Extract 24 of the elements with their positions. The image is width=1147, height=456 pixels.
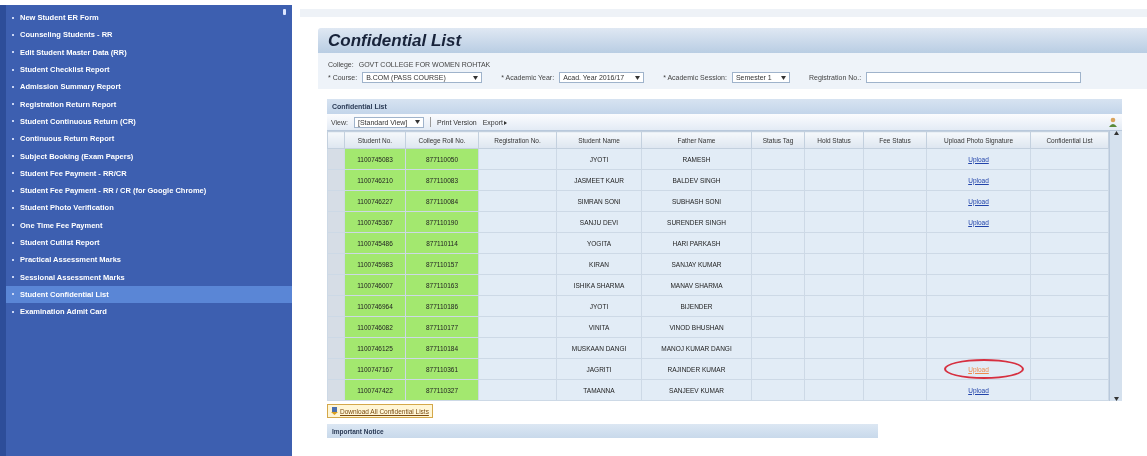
row-selector[interactable] bbox=[327, 148, 345, 170]
caret-icon bbox=[780, 75, 786, 80]
row-selector[interactable] bbox=[327, 274, 345, 296]
row-selector[interactable] bbox=[327, 169, 345, 191]
caret-icon bbox=[415, 120, 420, 124]
pin-icon[interactable] bbox=[283, 9, 286, 15]
row-selector[interactable] bbox=[327, 358, 345, 380]
caret-icon bbox=[635, 75, 641, 80]
scrollbar[interactable] bbox=[1109, 131, 1122, 401]
row-selector[interactable] bbox=[327, 253, 345, 275]
row-selector[interactable] bbox=[327, 232, 345, 254]
caret-icon bbox=[473, 75, 479, 80]
row-selector[interactable] bbox=[327, 379, 345, 401]
download-icon bbox=[331, 407, 338, 415]
row-selector[interactable] bbox=[327, 211, 345, 233]
scroll-down-icon bbox=[1113, 397, 1119, 401]
page-title: Confidential List bbox=[318, 28, 1147, 53]
row-selector[interactable] bbox=[327, 295, 345, 317]
caret-icon bbox=[502, 120, 508, 125]
person-icon[interactable] bbox=[1109, 117, 1118, 127]
row-selector[interactable] bbox=[327, 337, 345, 359]
row-selector[interactable] bbox=[327, 190, 345, 212]
row-selector[interactable] bbox=[327, 316, 345, 338]
input-field[interactable] bbox=[866, 72, 1082, 83]
